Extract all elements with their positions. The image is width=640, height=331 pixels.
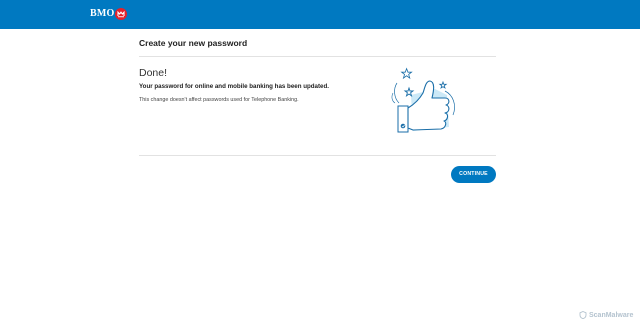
success-message: Your password for online and mobile bank… bbox=[139, 83, 329, 90]
divider-top bbox=[139, 56, 496, 57]
continue-button[interactable]: CONTINUE bbox=[451, 166, 496, 183]
thumbs-up-icon bbox=[383, 65, 463, 142]
watermark: ScanMalware bbox=[579, 311, 634, 320]
page-title: Create your new password bbox=[139, 38, 248, 48]
telephone-banking-note: This change doesn't affect passwords use… bbox=[139, 97, 299, 103]
shield-icon bbox=[579, 311, 587, 320]
top-header: BMO bbox=[0, 0, 640, 29]
bmo-roundel-icon[interactable] bbox=[115, 8, 127, 20]
divider-bottom bbox=[139, 155, 496, 156]
done-heading: Done! bbox=[139, 67, 168, 79]
bmo-brand-text[interactable]: BMO bbox=[90, 8, 115, 19]
watermark-text: ScanMalware bbox=[589, 311, 634, 319]
